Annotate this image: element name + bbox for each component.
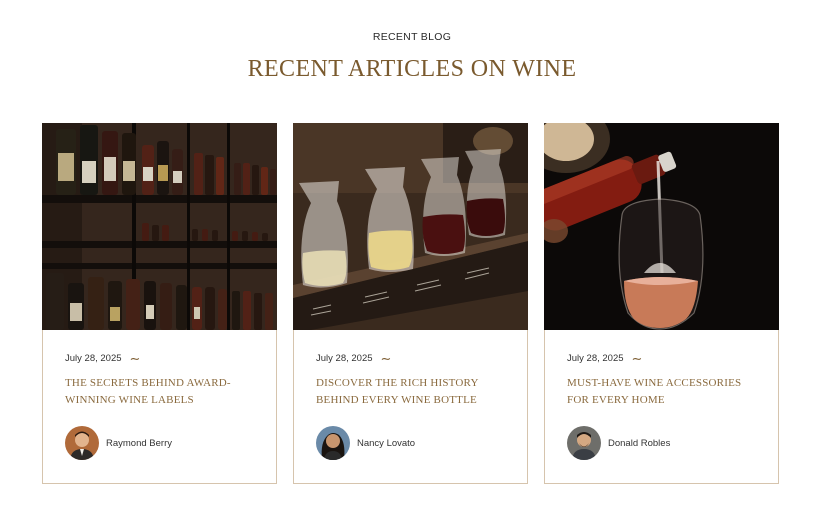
post-date: July 28, 2025: [65, 353, 122, 364]
section-eyebrow: RECENT BLOG: [372, 31, 452, 43]
blog-card: July 28, 2025 ∼ THE SECRETS BEHIND AWARD…: [42, 123, 277, 484]
blog-card: July 28, 2025 ∼ MUST-HAVE WINE ACCESSORI…: [544, 123, 779, 484]
post-title[interactable]: THE SECRETS BEHIND AWARD-WINNING WINE LA…: [65, 375, 260, 409]
blog-card: July 28, 2025 ∼ DISCOVER THE RICH HISTOR…: [293, 123, 528, 484]
avatar: [567, 426, 601, 460]
post-date: July 28, 2025: [567, 353, 624, 364]
avatar: [65, 426, 99, 460]
tilde-ornament-icon: ∼: [380, 350, 392, 366]
post-author: Donald Robles: [567, 426, 670, 460]
post-title[interactable]: MUST-HAVE WINE ACCESSORIES FOR EVERY HOM…: [567, 375, 762, 409]
author-name[interactable]: Raymond Berry: [106, 438, 172, 449]
avatar: [316, 426, 350, 460]
wine-tasting-image[interactable]: [293, 123, 528, 330]
post-title[interactable]: DISCOVER THE RICH HISTORY BEHIND EVERY W…: [316, 375, 511, 409]
tilde-ornament-icon: ∼: [129, 350, 141, 366]
post-date: July 28, 2025: [316, 353, 373, 364]
post-author: Nancy Lovato: [316, 426, 415, 460]
post-author: Raymond Berry: [65, 426, 172, 460]
post-meta: July 28, 2025 ∼: [567, 350, 643, 366]
post-meta: July 28, 2025 ∼: [316, 350, 392, 366]
author-name[interactable]: Donald Robles: [608, 438, 670, 449]
author-name[interactable]: Nancy Lovato: [357, 438, 415, 449]
post-meta: July 28, 2025 ∼: [65, 350, 141, 366]
tilde-ornament-icon: ∼: [631, 350, 643, 366]
wine-pouring-image[interactable]: [544, 123, 779, 330]
wine-cellar-image[interactable]: [42, 123, 277, 330]
section-heading: RECENT ARTICLES ON WINE: [247, 56, 577, 82]
blog-section: RECENT BLOG RECENT ARTICLES ON WINE July…: [0, 0, 824, 522]
